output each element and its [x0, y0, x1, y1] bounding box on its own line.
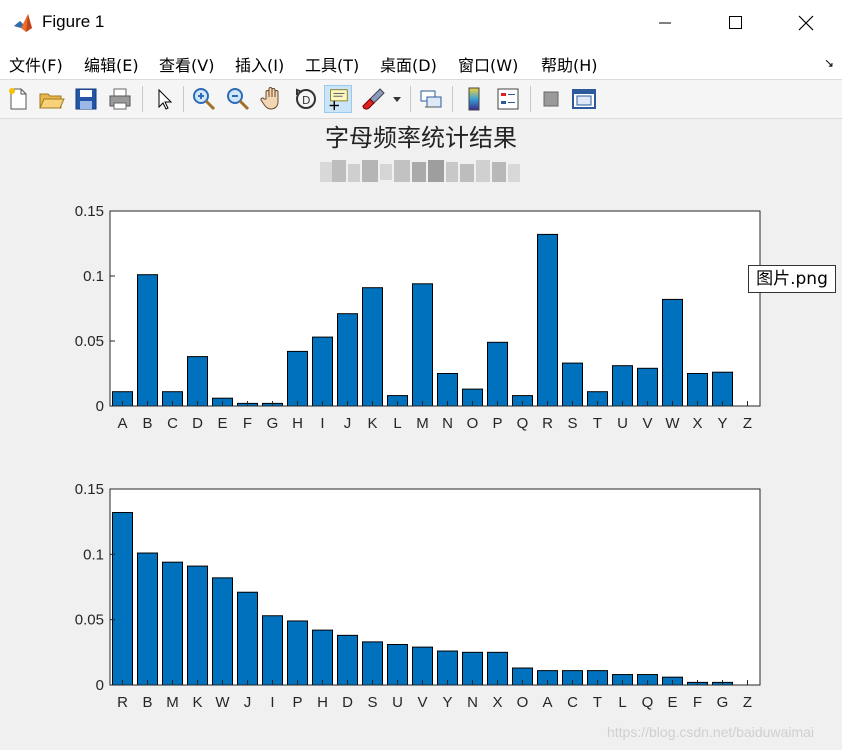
bar-chart-2: R B M K W J I P H D S U V Y N X O A C T L Q E F G Z 0 0.05 0.1 0.15: [75, 481, 761, 711]
plots-canvas: A B C D E F G H I J K L M N O P Q R S T U V W X Y Z00.050.10.15R B…: [75, 203, 761, 711]
x-tick-label: Y: [717, 415, 727, 432]
x-tick-label: O: [517, 694, 529, 711]
bar-B: [137, 552, 158, 686]
x-tick-label: I: [320, 415, 324, 432]
bar-R: [112, 512, 133, 686]
bar-K: [187, 565, 208, 686]
x-tick-label: C: [167, 415, 178, 432]
x-tick-label: H: [292, 415, 303, 432]
x-tick-label: U: [617, 415, 628, 432]
x-tick-label: J: [244, 694, 252, 711]
bar-P: [287, 620, 308, 686]
x-tick-label: D: [342, 694, 353, 711]
x-tick-label: Y: [442, 694, 452, 711]
x-tick-label: H: [317, 694, 328, 711]
bar-B: [137, 274, 158, 407]
x-tick-label: Q: [517, 415, 529, 432]
x-tick-label: M: [416, 415, 429, 432]
x-tick-label: Z: [743, 694, 752, 711]
bar-M: [412, 283, 433, 407]
bar-U: [612, 365, 633, 407]
x-tick-label: N: [467, 694, 478, 711]
x-tick-label: G: [267, 415, 279, 432]
bar-Y: [712, 371, 733, 407]
x-tick-label: L: [393, 415, 401, 432]
x-tick-label: M: [166, 694, 179, 711]
x-tick-label: V: [642, 415, 652, 432]
bar-V: [412, 646, 433, 686]
x-tick-label: V: [417, 694, 427, 711]
bar-V: [637, 367, 658, 407]
bar-Y: [437, 650, 458, 686]
x-tick-label: J: [344, 415, 352, 432]
x-tick-label: B: [142, 694, 152, 711]
bar-U: [387, 643, 408, 686]
y-tick-label: 0.1: [83, 546, 104, 563]
x-tick-label: R: [117, 694, 128, 711]
x-tick-label: Q: [642, 694, 654, 711]
x-tick-label: Z: [743, 415, 752, 432]
x-tick-label: K: [192, 694, 202, 711]
bar-M: [162, 561, 183, 686]
x-tick-label: U: [392, 694, 403, 711]
x-tick-label: N: [442, 415, 453, 432]
x-tick-label: P: [492, 415, 502, 432]
x-tick-label: C: [567, 694, 578, 711]
x-tick-label: R: [542, 415, 553, 432]
bar-D: [337, 634, 358, 686]
watermark: https://blog.csdn.net/baiduwaimai: [606, 724, 814, 740]
legend[interactable]: 图片.png: [748, 265, 836, 293]
bar-K: [362, 287, 383, 407]
bar-S: [562, 362, 583, 407]
y-tick-label: 0: [96, 677, 104, 694]
bar-I: [312, 336, 333, 407]
y-tick-label: 0.15: [75, 203, 104, 220]
bar-S: [362, 641, 383, 686]
x-tick-label: X: [692, 415, 702, 432]
bar-W: [662, 298, 683, 407]
x-tick-label: T: [593, 415, 602, 432]
y-tick-label: 0.05: [75, 612, 104, 629]
bar-D: [187, 356, 208, 407]
bar-P: [487, 341, 508, 407]
x-tick-label: D: [192, 415, 203, 432]
bar-H: [287, 350, 308, 407]
x-tick-label: S: [367, 694, 377, 711]
bar-R: [537, 233, 558, 407]
x-tick-label: X: [492, 694, 502, 711]
x-tick-label: O: [467, 415, 479, 432]
bar-J: [237, 591, 258, 686]
y-tick-label: 0.1: [83, 268, 104, 285]
bar-chart-1: A B C D E F G H I J K L M N O P Q R S T U V W X Y Z 0 0.05 0.1 0.15: [75, 203, 761, 432]
x-tick-label: L: [618, 694, 626, 711]
bar-W: [212, 577, 233, 686]
x-tick-label: A: [117, 415, 127, 432]
x-tick-label: F: [693, 694, 702, 711]
x-tick-label: P: [292, 694, 302, 711]
x-tick-label: B: [142, 415, 152, 432]
x-tick-label: G: [717, 694, 729, 711]
y-tick-label: 0: [96, 398, 104, 415]
x-tick-label: W: [665, 415, 680, 432]
bar-H: [312, 629, 333, 686]
x-tick-label: W: [215, 694, 230, 711]
x-tick-label: K: [367, 415, 377, 432]
x-tick-label: E: [217, 415, 227, 432]
bar-I: [262, 615, 283, 686]
bar-J: [337, 313, 358, 407]
y-tick-label: 0.05: [75, 333, 104, 350]
x-tick-label: I: [270, 694, 274, 711]
x-tick-label: T: [593, 694, 602, 711]
x-tick-label: F: [243, 415, 252, 432]
y-tick-label: 0.15: [75, 481, 104, 498]
x-tick-label: E: [667, 694, 677, 711]
x-tick-label: A: [542, 694, 552, 711]
x-tick-label: S: [567, 415, 577, 432]
